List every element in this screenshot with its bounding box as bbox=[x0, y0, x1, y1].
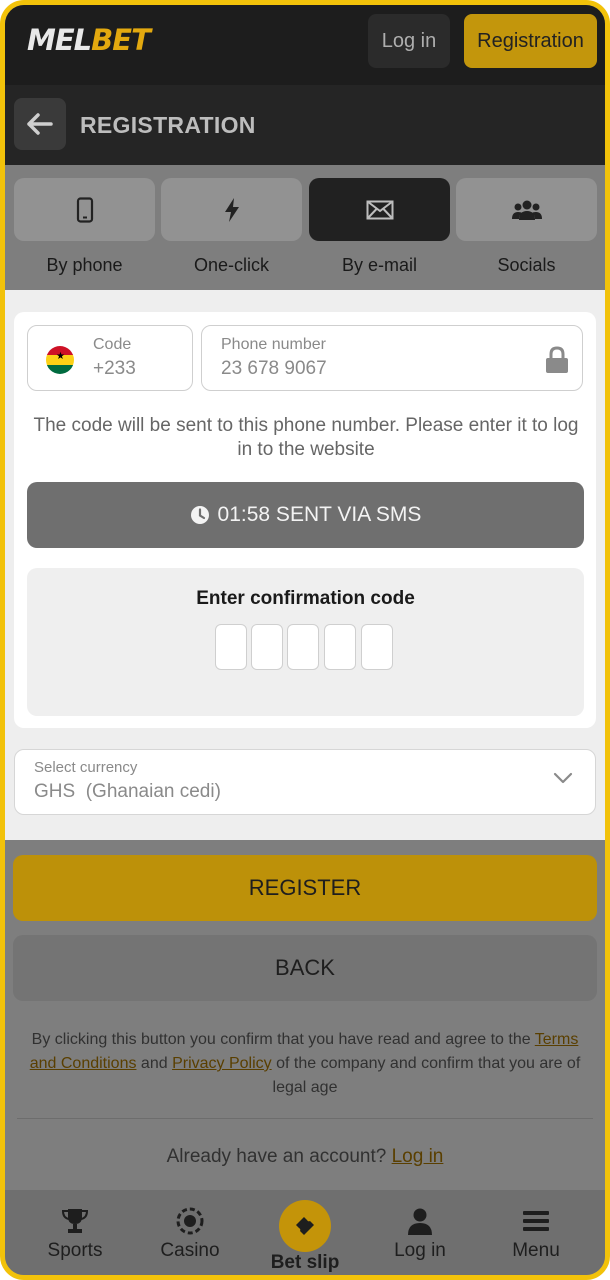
header-login-button[interactable]: Log in bbox=[368, 14, 450, 68]
sms-status-text: 01:58 SENT VIA SMS bbox=[217, 503, 422, 526]
page-title: REGISTRATION bbox=[80, 112, 256, 138]
currency-value: GHS (Ghanaian cedi) bbox=[34, 781, 221, 802]
already-account-text: Already have an account? Log in bbox=[5, 1146, 605, 1168]
lightning-icon bbox=[224, 197, 239, 222]
code-digit-4[interactable] bbox=[324, 624, 356, 670]
nav-casino[interactable]: Casino bbox=[140, 1206, 240, 1262]
tab-one-click[interactable] bbox=[161, 178, 302, 241]
currency-select[interactable]: Select currency GHS (Ghanaian cedi) bbox=[14, 749, 596, 815]
phone-label: Phone number bbox=[221, 336, 326, 353]
header-registration-button[interactable]: Registration bbox=[464, 14, 597, 68]
login-link[interactable]: Log in bbox=[392, 1146, 444, 1167]
nav-sports-label: Sports bbox=[47, 1240, 103, 1261]
tab-socials[interactable] bbox=[456, 178, 597, 241]
code-value: +233 bbox=[93, 358, 136, 379]
tab-label-by-phone: By phone bbox=[46, 255, 123, 275]
melbet-logo[interactable]: MELBET bbox=[27, 23, 151, 57]
phone-number-field[interactable]: Phone number 23 678 9067 bbox=[201, 325, 583, 391]
legal-text-part1: By clicking this button you confirm that… bbox=[31, 1031, 535, 1048]
legal-text-part2: and bbox=[136, 1055, 173, 1072]
casino-chip-icon bbox=[176, 1207, 204, 1235]
nav-betslip-button[interactable] bbox=[279, 1200, 331, 1252]
country-code-select[interactable]: Code +233 bbox=[27, 325, 193, 391]
trophy-icon bbox=[61, 1209, 89, 1233]
code-digit-2[interactable] bbox=[251, 624, 283, 670]
divider bbox=[17, 1118, 593, 1119]
actions-area: REGISTER BACK By clicking this button yo… bbox=[5, 840, 605, 1190]
user-icon bbox=[408, 1208, 432, 1235]
confirmation-code-box: Enter confirmation code bbox=[27, 568, 584, 716]
clock-icon bbox=[190, 506, 209, 524]
code-label: Code bbox=[93, 336, 132, 353]
nav-menu-label: Menu bbox=[512, 1240, 560, 1261]
arrow-left-icon bbox=[27, 113, 53, 135]
lock-icon bbox=[546, 346, 568, 373]
registration-method-tabs: By phone One-click By e-mail Socials bbox=[5, 165, 605, 290]
already-account-label: Already have an account? bbox=[166, 1146, 392, 1167]
tab-by-phone[interactable] bbox=[14, 178, 155, 241]
top-header: MELBET Log in Registration bbox=[5, 5, 605, 85]
nav-login[interactable]: Log in bbox=[370, 1206, 470, 1262]
currency-label: Select currency bbox=[34, 759, 138, 776]
nav-menu[interactable]: Menu bbox=[486, 1206, 586, 1262]
privacy-policy-link[interactable]: Privacy Policy bbox=[172, 1055, 272, 1072]
nav-betslip-label[interactable]: Bet slip bbox=[255, 1252, 355, 1274]
sms-info-text: The code will be sent to this phone numb… bbox=[33, 415, 579, 460]
sms-timer-button[interactable]: 01:58 SENT VIA SMS bbox=[27, 482, 584, 548]
form-area: Code +233 Phone number 23 678 9067 The c… bbox=[5, 290, 605, 840]
people-icon bbox=[511, 200, 542, 220]
phone-verification-card: Code +233 Phone number 23 678 9067 The c… bbox=[14, 312, 596, 728]
back-button[interactable]: BACK bbox=[13, 935, 597, 1001]
app-frame: MELBET Log in Registration REGISTRATION … bbox=[0, 0, 610, 1280]
title-bar: REGISTRATION bbox=[5, 85, 605, 165]
chevron-down-icon bbox=[553, 772, 573, 784]
nav-casino-label: Casino bbox=[160, 1240, 220, 1261]
logo-text-bet: BET bbox=[91, 23, 151, 57]
back-arrow-button[interactable] bbox=[14, 98, 66, 150]
code-digit-5[interactable] bbox=[361, 624, 393, 670]
legal-text-part3: of the company and confirm that you are … bbox=[271, 1055, 581, 1096]
nav-login-label: Log in bbox=[394, 1240, 446, 1261]
tab-label-socials: Socials bbox=[497, 255, 556, 275]
phone-icon bbox=[76, 196, 93, 223]
tab-label-one-click: One-click bbox=[193, 255, 269, 275]
ticket-icon bbox=[296, 1217, 314, 1235]
code-digit-1[interactable] bbox=[215, 624, 247, 670]
logo-text-mel: MEL bbox=[27, 23, 92, 57]
tab-label-by-email: By e-mail bbox=[341, 255, 417, 275]
legal-text: By clicking this button you confirm that… bbox=[17, 1028, 593, 1100]
tab-by-email[interactable] bbox=[309, 178, 450, 241]
hamburger-menu-icon bbox=[523, 1211, 549, 1231]
envelope-icon bbox=[366, 200, 393, 219]
code-digit-3[interactable] bbox=[287, 624, 319, 670]
ghana-flag-icon bbox=[46, 346, 74, 374]
confirmation-title: Enter confirmation code bbox=[196, 588, 415, 609]
register-button[interactable]: REGISTER bbox=[13, 855, 597, 921]
bottom-navigation: Sports Casino Bet slip Log in Menu bbox=[5, 1190, 605, 1275]
phone-value: 23 678 9067 bbox=[221, 358, 327, 379]
nav-sports[interactable]: Sports bbox=[25, 1206, 125, 1262]
